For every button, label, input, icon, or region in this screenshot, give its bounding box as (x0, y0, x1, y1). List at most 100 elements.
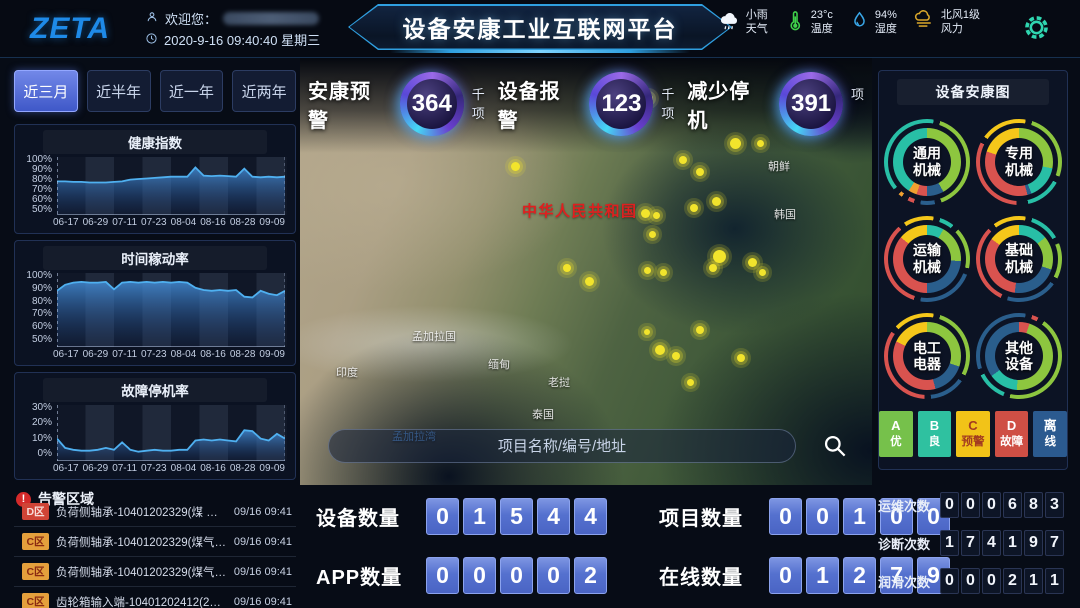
legend-badge-优: A优 (879, 411, 913, 457)
y-axis-labels: 100%90%80%70%60%50% (23, 155, 57, 213)
gauge-其他设备: 其他设备 (976, 313, 1062, 399)
x-tick: 08-04 (171, 217, 197, 228)
gauge-label-line1: 基础 (1005, 242, 1033, 259)
x-tick: 08-28 (230, 217, 256, 228)
counter-digit-box: 8 (1024, 492, 1043, 518)
counter-digit-box: 0 (982, 568, 1001, 594)
project-marker[interactable] (712, 197, 721, 206)
digit-box: 0 (537, 557, 570, 594)
project-marker[interactable] (653, 212, 660, 219)
x-tick: 08-04 (171, 463, 197, 474)
project-marker[interactable] (687, 379, 694, 386)
project-marker[interactable] (737, 354, 745, 362)
gauge-label: 基础机械 (976, 216, 1062, 302)
kpi-设备报警: 设备报警123千项 (498, 72, 688, 136)
project-marker[interactable] (748, 258, 757, 267)
filter-button-近一年[interactable]: 近一年 (160, 70, 224, 112)
filter-button-近三月[interactable]: 近三月 (14, 70, 78, 112)
gauge-label-line1: 电工 (913, 340, 941, 357)
alert-list: D区负荷侧轴承-10401202329(煤 气引风电...09/16 09:41… (14, 497, 296, 608)
weather-item-温度: 23°c温度 (784, 9, 833, 37)
alert-text: 负荷侧轴承-10401202329(煤 气引风电... (56, 504, 227, 520)
rain-cloud-icon (718, 9, 741, 37)
kpi-label: 安康预警 (308, 75, 392, 133)
x-tick: 07-11 (112, 217, 137, 228)
project-marker[interactable] (649, 231, 656, 238)
digit-box: 0 (426, 498, 459, 535)
project-marker[interactable] (759, 269, 766, 276)
project-marker[interactable] (644, 329, 650, 335)
project-marker[interactable] (511, 162, 520, 171)
y-tick: 50% (23, 335, 52, 345)
project-marker[interactable] (709, 264, 717, 272)
kpi-row: 安康预警364千项设备报警123千项减少停机391项 (300, 72, 872, 136)
project-marker[interactable] (730, 138, 741, 149)
stats-row-1: 设备数量01544项目数量00100 (300, 498, 872, 535)
project-marker[interactable] (660, 269, 667, 276)
x-tick: 06-29 (83, 217, 109, 228)
china-map[interactable]: 印度孟加拉国缅甸老挝泰国孟加拉湾朝鲜韩国 中华人民共和国 安康预警364千项设备… (300, 58, 872, 485)
x-tick: 07-11 (112, 463, 137, 474)
digit-box: 5 (500, 498, 533, 535)
chart-plot (57, 157, 287, 215)
weather-value: 94% (875, 9, 897, 23)
stat-digits-设备数量: 01544 (426, 498, 607, 535)
project-marker[interactable] (641, 209, 650, 218)
search-input[interactable] (328, 429, 796, 463)
counter-运维次数: 运维次数000683 (878, 492, 1074, 518)
filter-button-近半年[interactable]: 近半年 (87, 70, 151, 112)
filter-button-近两年[interactable]: 近两年 (232, 70, 296, 112)
gauge-label-line2: 电器 (913, 356, 941, 373)
map-label-缅甸: 缅甸 (488, 356, 510, 372)
alert-row[interactable]: C区负荷侧轴承-10401202329(煤气引风机电...09/16 09:41 (14, 527, 296, 557)
project-marker[interactable] (696, 168, 704, 176)
x-axis-labels: 06-1706-2907-1107-2308-0408-1608-2809-09 (53, 215, 285, 228)
project-marker[interactable] (585, 277, 594, 286)
alert-row[interactable]: C区齿轮箱输入端-10401202412(2#（2V）...09/16 09:4… (14, 587, 296, 608)
gauge-运输机械: 运输机械 (884, 216, 970, 302)
right-panel-title: 设备安康图 (936, 84, 1011, 100)
dashboard-root: ZETA 欢迎您： 2020-9-16 09:40:40 星期三 设备安康工业互… (0, 0, 1080, 608)
alert-time: 09/16 09:41 (234, 536, 292, 548)
x-tick: 08-16 (200, 349, 226, 360)
legend-label: 预警 (962, 435, 985, 450)
clock-icon (145, 32, 158, 48)
stat-label-项目数量: 项目数量 (659, 502, 769, 531)
health-grade-legend: A优B良C预警D故障离线 (879, 411, 1067, 457)
kpi-value: 364 (407, 79, 457, 129)
counter-digit-box: 2 (1003, 568, 1022, 594)
x-tick: 09-09 (259, 463, 285, 474)
legend-label: 优 (890, 435, 902, 450)
settings-gear-icon[interactable] (1021, 12, 1052, 48)
project-marker[interactable] (757, 140, 764, 147)
counter-digit-box: 0 (940, 568, 959, 594)
project-marker[interactable] (696, 326, 704, 334)
alert-row[interactable]: C区负荷侧轴承-10401202329(煤气引风机电...09/16 09:41 (14, 557, 296, 587)
gauge-label-line1: 运输 (913, 242, 941, 259)
y-tick: 30% (23, 403, 52, 413)
alert-time: 09/16 09:41 (234, 506, 292, 518)
alert-text: 负荷侧轴承-10401202329(煤气引风机电... (56, 564, 227, 580)
platform-title-frame: 设备安康工业互联网平台 (348, 4, 732, 50)
chart-plot (57, 273, 287, 347)
project-marker[interactable] (655, 345, 665, 355)
project-marker[interactable] (644, 267, 651, 274)
project-marker[interactable] (679, 156, 687, 164)
project-marker[interactable] (690, 204, 698, 212)
legend-badge-线: 离线 (1033, 411, 1067, 457)
chart-plot (57, 405, 287, 461)
chart-card-time-utilization: 时间稼动率100%90%80%70%60%50%06-1706-2907-110… (14, 240, 296, 366)
counter-digit-box: 0 (961, 568, 980, 594)
legend-badge-良: B良 (918, 411, 952, 457)
digit-box: 2 (574, 557, 607, 594)
counter-诊断次数: 诊断次数174197 (878, 530, 1074, 556)
project-marker[interactable] (563, 264, 571, 272)
project-marker[interactable] (713, 250, 726, 263)
weather-strip: 小雨天气23°c温度94%湿度北风1级风力 (718, 9, 980, 37)
legend-badge-预警: C预警 (956, 411, 990, 457)
project-marker[interactable] (672, 352, 680, 360)
map-search (328, 429, 848, 463)
gauge-label-line2: 机械 (1005, 162, 1033, 179)
search-icon[interactable] (821, 432, 848, 464)
gauge-label-line2: 机械 (913, 162, 941, 179)
